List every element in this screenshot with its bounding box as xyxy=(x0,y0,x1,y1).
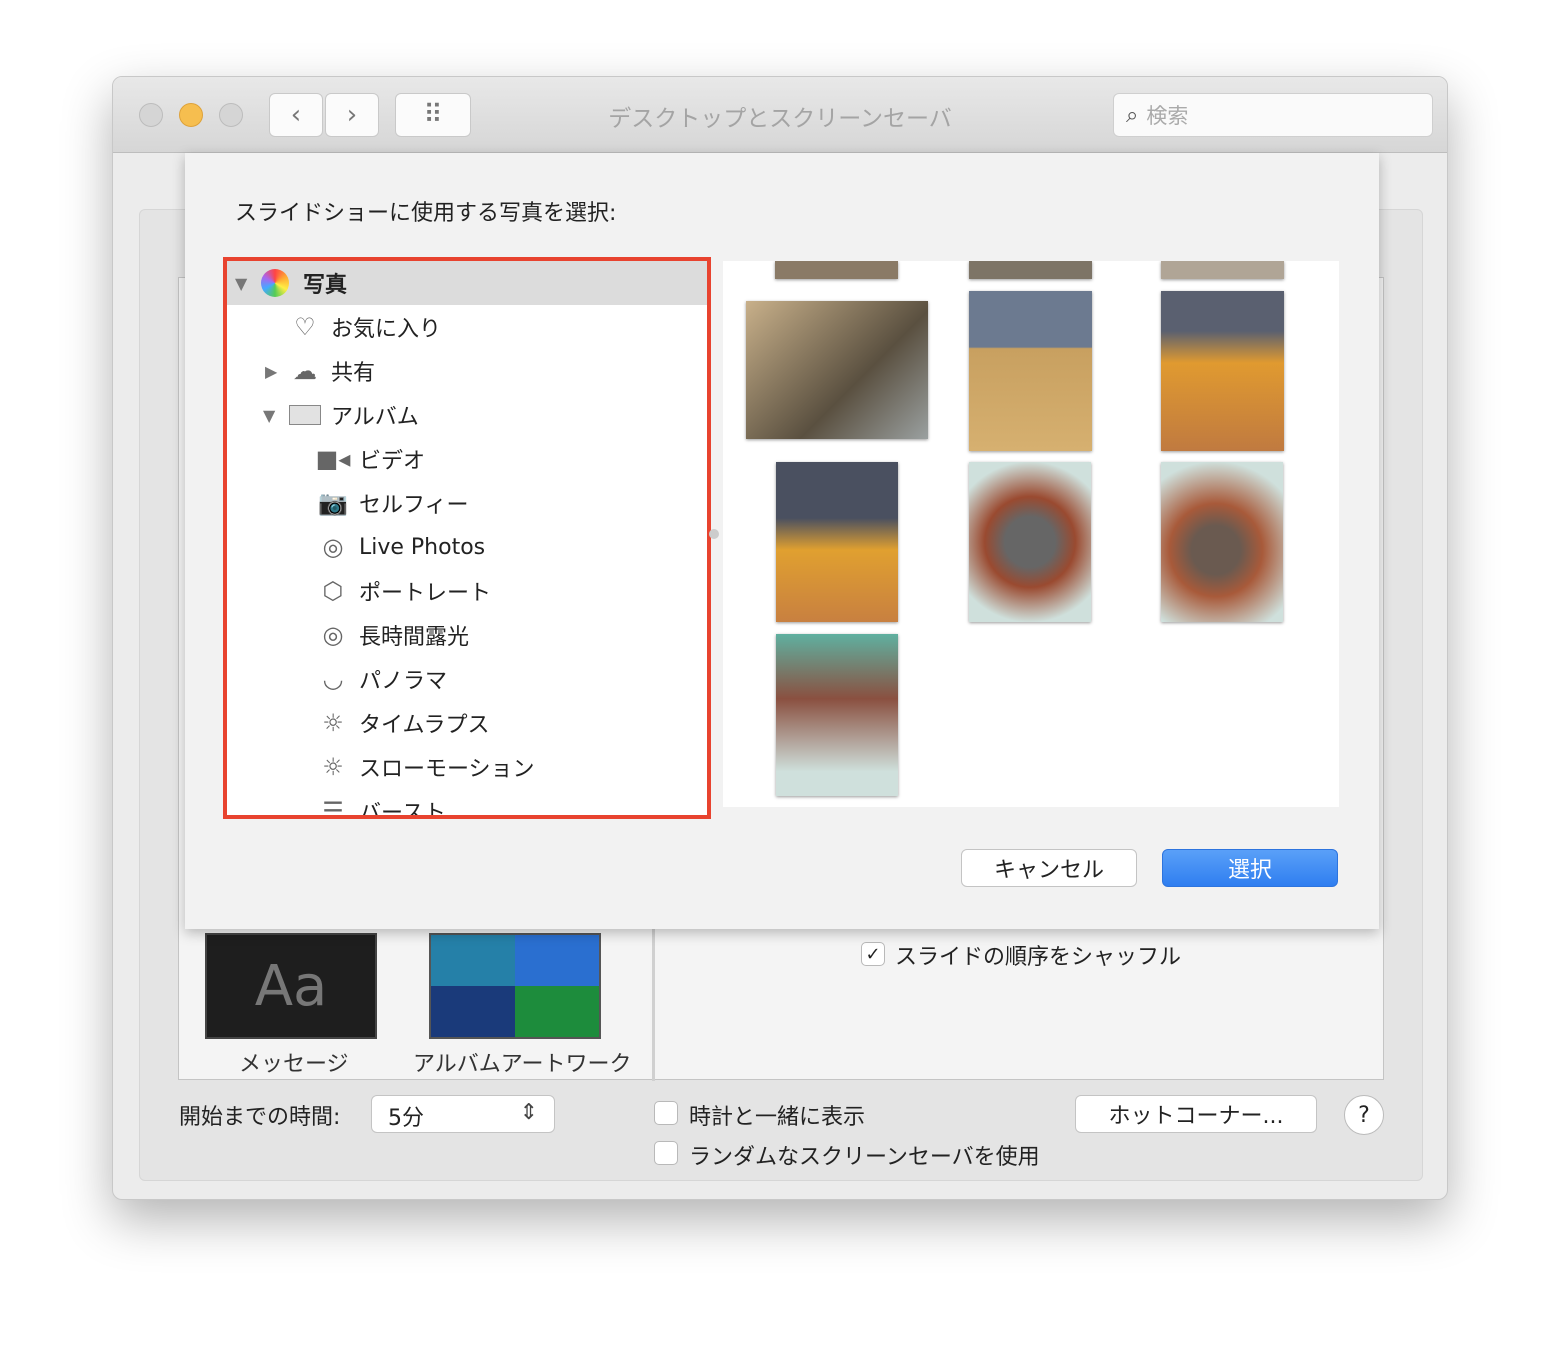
cancel-button[interactable]: キャンセル xyxy=(961,849,1137,887)
start-after-value: 5分 xyxy=(388,1106,424,1131)
random-label: ランダムなスクリーンセーバを使用 xyxy=(689,1145,1040,1170)
cube-icon: ⬡ xyxy=(322,577,344,605)
source-label: ビデオ xyxy=(359,449,426,474)
disclosure-collapsed-icon: ▶ xyxy=(265,361,278,381)
photo-thumbnail[interactable] xyxy=(776,462,898,622)
search-icon: ⌕ xyxy=(1126,102,1139,128)
photo-thumbnail[interactable] xyxy=(969,291,1092,451)
source-item-photos[interactable]: ▼ 写真 xyxy=(227,261,707,305)
slomo-icon: ☼ xyxy=(322,753,344,781)
source-item-favorites[interactable]: ♡ お気に入り xyxy=(227,305,707,349)
stepper-chevrons-icon: ⇕ xyxy=(519,1100,538,1125)
timelapse-icon: ☼ xyxy=(322,709,344,737)
long-exposure-icon: ◎ xyxy=(322,621,344,649)
photo-grid[interactable] xyxy=(723,261,1339,807)
hot-corners-button[interactable]: ホットコーナー... xyxy=(1075,1095,1317,1133)
search-placeholder: 検索 xyxy=(1146,104,1189,128)
photo-picker-sheet: スライドショーに使用する写真を選択: ▼ 写真 ♡ お気に入り ▶ ☁ 共有 ▼ アルバム… xyxy=(185,153,1379,929)
source-item-live-photos[interactable]: ◎ Live Photos xyxy=(227,525,707,569)
photo-thumbnail[interactable] xyxy=(1161,291,1284,451)
photo-thumbnail[interactable] xyxy=(775,261,898,279)
photos-app-icon xyxy=(261,269,289,297)
show-clock-checkbox[interactable] xyxy=(654,1101,678,1125)
source-label: セルフィー xyxy=(359,493,469,518)
sheet-prompt: スライドショーに使用する写真を選択: xyxy=(235,201,617,226)
disclosure-expanded-icon: ▼ xyxy=(263,405,276,425)
source-label: タイムラプス xyxy=(359,713,490,738)
shuffle-label: スライドの順序をシャッフル xyxy=(895,945,1182,970)
message-thumbnail[interactable]: Aa xyxy=(205,933,377,1039)
selfie-camera-icon: 📷 xyxy=(318,489,348,517)
search-field[interactable]: ⌕ 検索 xyxy=(1113,93,1433,137)
source-label: バースト xyxy=(359,801,446,815)
random-checkbox[interactable] xyxy=(654,1141,678,1165)
start-after-select[interactable]: 5分 ⇕ xyxy=(371,1095,555,1133)
select-button[interactable]: 選択 xyxy=(1162,849,1338,887)
source-label: ポートレート xyxy=(359,581,492,606)
source-label: パノラマ xyxy=(359,669,448,694)
folder-icon xyxy=(289,405,321,425)
source-list-highlight: ▼ 写真 ♡ お気に入り ▶ ☁ 共有 ▼ アルバム ■◂ ビデオ 📷 セルフィー ◎ Live… xyxy=(223,257,711,819)
panorama-icon: ◡ xyxy=(322,665,344,693)
show-clock-label: 時計と一緒に表示 xyxy=(689,1105,866,1130)
divider xyxy=(652,929,655,1081)
source-item-portrait[interactable]: ⬡ ポートレート xyxy=(227,569,707,613)
title-bar: ‹ › ⠿ デスクトップとスクリーンセーバ ⌕ 検索 xyxy=(113,77,1447,153)
album-artwork-label: アルバムアートワーク xyxy=(413,1052,632,1077)
source-label: Live Photos xyxy=(359,534,486,560)
photo-thumbnail[interactable] xyxy=(746,301,928,439)
heart-icon: ♡ xyxy=(294,313,316,341)
album-artwork-thumbnail[interactable] xyxy=(429,933,601,1039)
source-item-selfies[interactable]: 📷 セルフィー xyxy=(227,481,707,525)
source-item-slomo[interactable]: ☼ スローモーション xyxy=(227,745,707,789)
photo-thumbnail[interactable] xyxy=(776,634,898,796)
source-label: お気に入り xyxy=(331,317,442,342)
source-item-albums[interactable]: ▼ アルバム xyxy=(227,393,707,437)
source-item-panorama[interactable]: ◡ パノラマ xyxy=(227,657,707,701)
source-item-burst[interactable]: ☰ バースト xyxy=(227,789,707,815)
shuffle-checkbox[interactable]: ✓ xyxy=(861,942,885,966)
cloud-icon: ☁ xyxy=(293,357,317,385)
source-item-video[interactable]: ■◂ ビデオ xyxy=(227,437,707,481)
video-icon: ■◂ xyxy=(315,445,351,473)
source-item-timelapse[interactable]: ☼ タイムラプス xyxy=(227,701,707,745)
help-button[interactable]: ? xyxy=(1344,1095,1384,1135)
photo-thumbnail[interactable] xyxy=(969,462,1091,622)
source-label: 長時間露光 xyxy=(359,625,470,650)
source-label: 写真 xyxy=(303,273,348,298)
photo-thumbnail[interactable] xyxy=(969,261,1092,279)
system-preferences-window: ‹ › ⠿ デスクトップとスクリーンセーバ ⌕ 検索 Aa メッセージ アルバムア… xyxy=(112,76,1448,1200)
source-label: アルバム xyxy=(331,405,419,430)
source-item-shared[interactable]: ▶ ☁ 共有 xyxy=(227,349,707,393)
source-label: スローモーション xyxy=(359,757,535,782)
photo-thumbnail[interactable] xyxy=(1161,462,1283,622)
message-label: メッセージ xyxy=(239,1052,349,1077)
source-list[interactable]: ▼ 写真 ♡ お気に入り ▶ ☁ 共有 ▼ アルバム ■◂ ビデオ 📷 セルフィー ◎ Live… xyxy=(227,261,707,815)
photo-thumbnail[interactable] xyxy=(1161,261,1284,279)
disclosure-expanded-icon: ▼ xyxy=(235,273,248,293)
live-photos-icon: ◎ xyxy=(322,533,344,561)
source-item-long-exposure[interactable]: ◎ 長時間露光 xyxy=(227,613,707,657)
split-view-handle[interactable] xyxy=(709,529,719,539)
source-label: 共有 xyxy=(331,361,376,386)
burst-icon: ☰ xyxy=(322,797,344,815)
start-after-label: 開始までの時間: xyxy=(179,1105,341,1130)
